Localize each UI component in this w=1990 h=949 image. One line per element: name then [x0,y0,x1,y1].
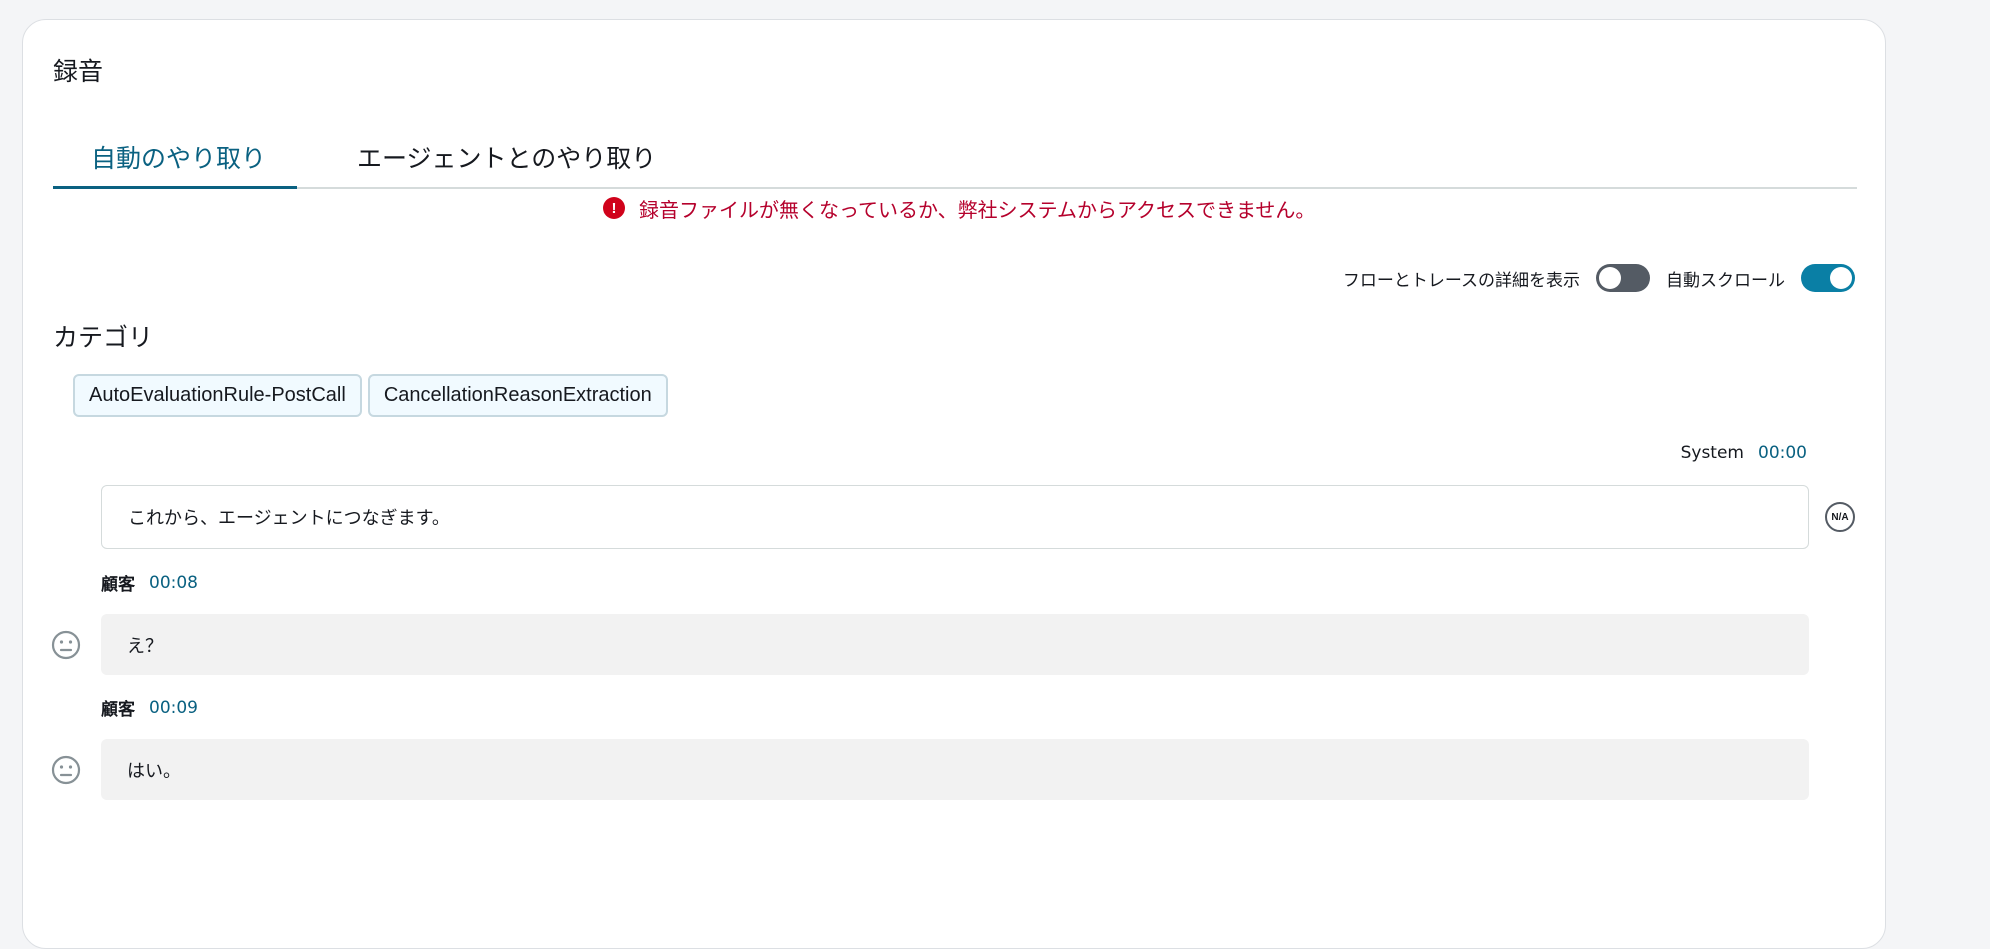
na-badge-text: N/A [1831,511,1849,523]
error-message: ! 録音ファイルが無くなっているか、弊社システムからアクセスできません。 [603,188,1315,228]
flow-trace-toggle[interactable] [1596,264,1650,292]
exclamation-icon: ! [603,197,625,219]
tab-bar: 自動のやり取り エージェントとのやり取り [53,115,1857,189]
error-text: 録音ファイルが無くなっているか、弊社システムからアクセスできません。 [639,197,1316,222]
category-title: カテゴリ [53,323,154,352]
message-timestamp[interactable]: 00:08 [149,573,198,593]
tab-agent-interaction[interactable]: エージェントとのやり取り [357,139,656,175]
speaker-name: 顧客 [101,700,135,720]
message-text: はい。 [127,760,181,782]
na-sentiment-icon: N/A [1825,502,1855,532]
message-text: これから、エージェントにつなぎます。 [128,508,450,529]
flow-trace-toggle-label: フローとトレースの詳細を表示 [1342,270,1580,291]
message-meta: 顧客 00:09 [101,695,198,721]
message-timestamp[interactable]: 00:00 [1758,443,1807,463]
speaker-name: 顧客 [101,575,135,595]
tab-automated-interaction[interactable]: 自動のやり取り [91,139,266,175]
auto-scroll-toggle[interactable] [1801,264,1855,292]
auto-scroll-toggle-label: 自動スクロール [1666,270,1785,291]
customer-message-bubble: はい。 [101,739,1809,800]
message-meta: System 00:00 [1681,443,1807,463]
message-timestamp[interactable]: 00:09 [149,698,198,718]
message-text: え？ [127,635,163,657]
toggle-knob [1830,267,1852,289]
customer-message-bubble: え？ [101,614,1809,675]
toggle-knob [1599,267,1621,289]
category-chip[interactable]: AutoEvaluationRule-PostCall [73,374,362,417]
neutral-face-icon [51,755,81,785]
neutral-face-icon [51,630,81,660]
system-message-bubble: これから、エージェントにつなぎます。 [101,485,1809,549]
message-meta: 顧客 00:08 [101,570,198,596]
category-chips: AutoEvaluationRule-PostCall Cancellation… [73,374,674,417]
speaker-name: System [1680,443,1744,463]
active-tab-indicator [53,186,297,189]
category-chip[interactable]: CancellationReasonExtraction [367,374,668,417]
section-title: 録音 [53,57,104,86]
recording-panel: 録音 自動のやり取り エージェントとのやり取り ! 録音ファイルが無くなっている… [22,19,1886,949]
toggle-group: フローとトレースの詳細を表示 自動スクロール [1343,264,1855,292]
